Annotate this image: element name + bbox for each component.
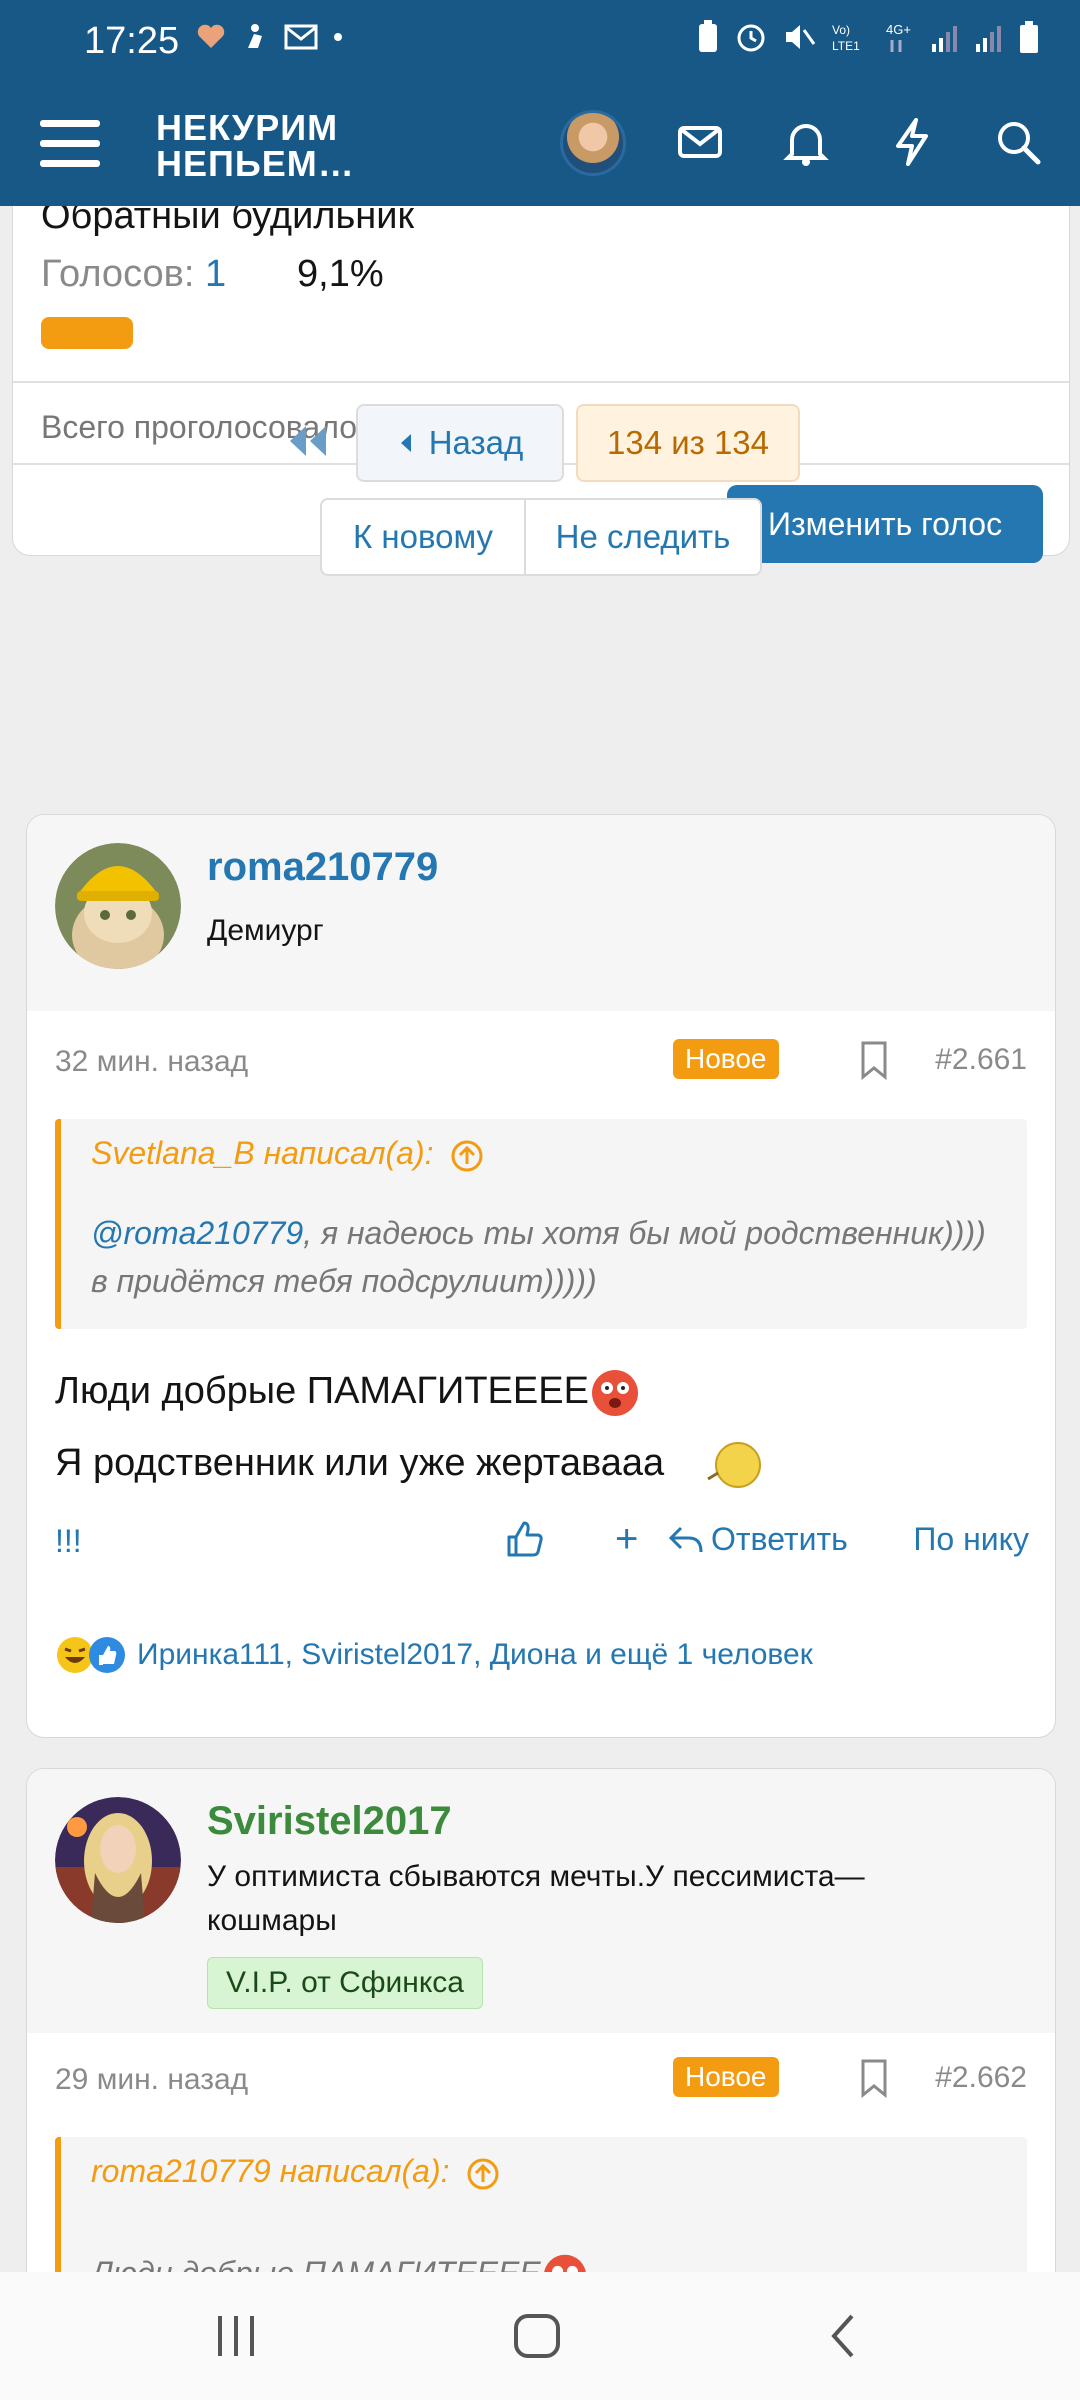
divider (13, 381, 1069, 383)
user-banner: V.I.P. от Сфинкса (207, 1957, 483, 2009)
battery-icon (1020, 21, 1038, 53)
post-time[interactable]: 29 мин. назад (55, 2063, 248, 2097)
svg-text:LTE1: LTE1 (832, 39, 860, 53)
clock: 17:25 (84, 20, 180, 62)
post-number[interactable]: #2.662 (935, 2061, 1027, 2095)
signal-icon (932, 26, 957, 52)
scared-emoji-icon (543, 2254, 586, 2272)
poll-progress-bar (41, 317, 133, 349)
quote-block: roma210779 написал(а): Люди добрые ПАМАГ… (55, 2137, 1027, 2272)
reply-icon (668, 1526, 703, 1552)
notification-icons (196, 22, 344, 52)
report-link[interactable]: !!! (55, 1523, 82, 1560)
post-user-block: Sviristel2017 У оптимиста сбываются мечт… (27, 1769, 1055, 2033)
new-badge: Новое (673, 2057, 779, 2097)
mute-icon (786, 25, 816, 49)
post: roma210779 Демиург 32 мин. назад Новое #… (26, 814, 1056, 1738)
recent-apps-icon[interactable] (214, 2308, 258, 2364)
home-icon[interactable] (510, 2308, 566, 2364)
user-title: Демиург (207, 914, 324, 947)
inbox-icon[interactable] (672, 114, 728, 170)
poll-percent: 9,1% (297, 253, 384, 295)
post: Sviristel2017 У оптимиста сбываются мечт… (26, 1768, 1056, 2272)
poll-option: Обратный будильник (41, 206, 415, 237)
user-avatar[interactable] (55, 843, 181, 969)
dizzy-emoji-icon (707, 1441, 762, 1488)
site-logo[interactable]: НЕКУРИМ НЕПЬЕМ… (156, 110, 355, 182)
mention-link[interactable]: @roma210779 (91, 1215, 303, 1251)
quote-text: Люди добрые ПАМАГИТЕЕЕЕ (91, 2249, 589, 2272)
post-time[interactable]: 32 мин. назад (55, 1045, 248, 1079)
page-content: Обратный будильник Голосов: 1 9,1% Всего… (0, 206, 1080, 2272)
page-indicator[interactable]: 134 из 134 (576, 404, 800, 482)
app-header: НЕКУРИМ НЕПЬЕМ… (0, 84, 1080, 206)
reactions-summary[interactable]: Иринка111, Sviristel2017, Диона и ещё 1 … (55, 1635, 813, 1675)
new-badge: Новое (673, 1039, 779, 1079)
like-icon[interactable] (505, 1519, 545, 1559)
bookmark-icon[interactable] (857, 2059, 891, 2099)
post-actions: !!! + Ответить По нику (55, 1513, 1029, 1573)
system-icons: Vo) LTE1 4G+ (696, 20, 1040, 54)
svg-text:4G+: 4G+ (886, 22, 911, 37)
bookmark-icon[interactable] (857, 1041, 891, 1081)
user-avatar[interactable] (55, 1797, 181, 1923)
reply-button[interactable]: Ответить (667, 1521, 848, 1558)
user-title: У оптимиста сбываются мечты.У пессимиста… (207, 1860, 865, 1937)
status-bar: 17:25 Vo) LTE1 4G+ (0, 0, 1080, 84)
svg-text:Vo): Vo) (832, 23, 850, 37)
username[interactable]: Sviristel2017 (207, 1799, 452, 1844)
alarm-icon (737, 24, 765, 52)
quote-author[interactable]: roma210779 написал(а): (91, 2153, 500, 2191)
username[interactable]: roma210779 (207, 845, 438, 890)
caret-left-icon (400, 434, 411, 452)
post-user-block: roma210779 Демиург (27, 815, 1055, 1011)
first-page-icon[interactable] (286, 424, 330, 458)
user-avatar[interactable] (560, 110, 626, 176)
quote-by-nick-button[interactable]: По нику (913, 1521, 1029, 1558)
volte-icon: Vo) LTE1 (832, 23, 860, 53)
heart-rate-icon (197, 24, 225, 48)
mail-icon (284, 24, 318, 50)
dot-icon (334, 33, 342, 41)
change-vote-button[interactable]: Изменить голос (727, 485, 1043, 563)
quote-block: Svetlana_B написал(а): @roma210779, я на… (55, 1119, 1027, 1329)
system-nav-bar (0, 2272, 1080, 2400)
network-4g-icon: 4G+ (886, 22, 911, 52)
back-nav-icon[interactable] (822, 2308, 866, 2364)
search-icon[interactable] (990, 114, 1046, 170)
scared-emoji-icon (591, 1369, 638, 1416)
poll-total: Всего проголосовало: 11 (41, 409, 408, 445)
add-reaction-icon[interactable]: + (615, 1517, 638, 1562)
poll-votes: Голосов: 1 (41, 253, 227, 295)
back-button[interactable]: Назад (356, 404, 564, 482)
battery-saver-icon (699, 20, 717, 52)
quote-text: @roma210779, я надеюсь ты хотя бы мой ро… (91, 1215, 986, 1299)
like-reaction-icon (89, 1637, 125, 1673)
quote-author[interactable]: Svetlana_B написал(а): (91, 1135, 484, 1173)
unwatch-button[interactable]: Не следить (524, 498, 762, 576)
arrow-up-circle-icon (451, 1140, 483, 1172)
lightning-icon[interactable] (884, 114, 940, 170)
signal-2-icon (976, 26, 1001, 52)
to-new-button[interactable]: К новому (320, 498, 526, 576)
accessibility-icon (248, 24, 262, 48)
post-number[interactable]: #2.661 (935, 1043, 1027, 1077)
bell-icon[interactable] (778, 114, 834, 170)
menu-icon[interactable] (40, 118, 100, 170)
arrow-up-circle-icon (467, 2158, 499, 2190)
post-message: Люди добрые ПАМАГИТЕЕЕЕ Я родственник ил… (55, 1355, 768, 1499)
